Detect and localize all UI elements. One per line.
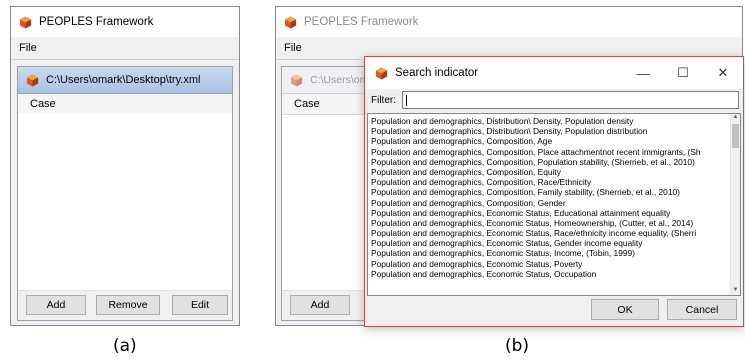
scroll-down-arrow-icon[interactable]: ▼ [731, 287, 740, 295]
app-icon [284, 15, 297, 29]
caption-a: (a) [113, 336, 137, 356]
list-item[interactable]: Population and demographics, Composition… [368, 187, 730, 197]
dialog-titlebar[interactable]: Search indicator — ☐ ✕ [365, 57, 743, 89]
window-b-title: PEOPLES Framework [304, 16, 419, 28]
edit-button[interactable]: Edit [172, 295, 228, 315]
dialog-title: Search indicator [395, 67, 479, 79]
filter-row: Filter: [365, 89, 743, 111]
maximize-icon[interactable]: ☐ [663, 57, 703, 89]
search-indicator-dialog: Search indicator — ☐ ✕ Filter: Populatio… [364, 56, 744, 327]
list-item[interactable]: Population and demographics, Composition… [368, 177, 730, 187]
document-titlebar-a[interactable]: C:\Users\omark\Desktop\try.xml [18, 67, 232, 94]
list-item[interactable]: Population and demographics, Distributio… [368, 116, 730, 126]
list-item[interactable]: Population and demographics, Composition… [368, 167, 730, 177]
app-icon [375, 66, 388, 80]
scroll-thumb[interactable] [732, 124, 739, 148]
list-item[interactable]: Population and demographics, Economic St… [368, 248, 730, 258]
cancel-button[interactable]: Cancel [667, 299, 737, 320]
add-button[interactable]: Add [26, 295, 86, 315]
list-item[interactable]: Population and demographics, Economic St… [368, 238, 730, 248]
case-list[interactable] [18, 113, 232, 290]
document-path: C:\Users\omark\Desktop\try.xml [46, 74, 201, 86]
window-b-titlebar: PEOPLES Framework [276, 7, 742, 37]
document-icon [290, 73, 303, 87]
list-item[interactable]: Population and demographics, Composition… [368, 198, 730, 208]
document-icon [26, 73, 39, 87]
list-item[interactable]: Population and demographics, Economic St… [368, 269, 730, 279]
list-item[interactable]: Population and demographics, Composition… [368, 157, 730, 167]
remove-button[interactable]: Remove [96, 295, 160, 315]
window-a-title: PEOPLES Framework [39, 16, 154, 28]
menubar-a: File [11, 37, 239, 60]
menu-file[interactable]: File [19, 42, 37, 54]
menu-file[interactable]: File [284, 42, 302, 54]
indicator-list-items: Population and demographics, Distributio… [368, 116, 730, 279]
list-item[interactable]: Population and demographics, Economic St… [368, 228, 730, 238]
close-icon[interactable]: ✕ [703, 57, 743, 89]
list-item[interactable]: Population and demographics, Economic St… [368, 208, 730, 218]
list-item[interactable]: Population and demographics, Distributio… [368, 126, 730, 136]
app-icon [19, 15, 32, 29]
window-controls: — ☐ ✕ [623, 57, 743, 89]
filter-input[interactable] [402, 91, 739, 109]
list-item[interactable]: Population and demographics, Composition… [368, 147, 730, 157]
ok-button[interactable]: OK [591, 299, 659, 320]
indicator-list[interactable]: Population and demographics, Distributio… [367, 113, 741, 296]
list-item[interactable]: Population and demographics, Composition… [368, 136, 730, 146]
vertical-scrollbar[interactable]: ▲ ▼ [730, 114, 740, 295]
list-item[interactable]: Population and demographics, Economic St… [368, 218, 730, 228]
list-item[interactable]: Population and demographics, Economic St… [368, 259, 730, 269]
caption-b: (b) [505, 336, 530, 356]
filter-label: Filter: [371, 94, 396, 106]
text-caret [406, 94, 407, 106]
scroll-up-arrow-icon[interactable]: ▲ [731, 114, 740, 122]
add-button[interactable]: Add [290, 295, 350, 315]
window-a: PEOPLES Framework File C:\Users\omark\De… [10, 6, 240, 326]
document-panel-a: C:\Users\omark\Desktop\try.xml Case Add … [17, 66, 233, 321]
window-a-titlebar: PEOPLES Framework [11, 7, 239, 37]
window-b: PEOPLES Framework File C:\Users\oma Case… [275, 6, 744, 327]
minimize-icon[interactable]: — [623, 57, 663, 89]
case-column-header[interactable]: Case [18, 94, 232, 115]
